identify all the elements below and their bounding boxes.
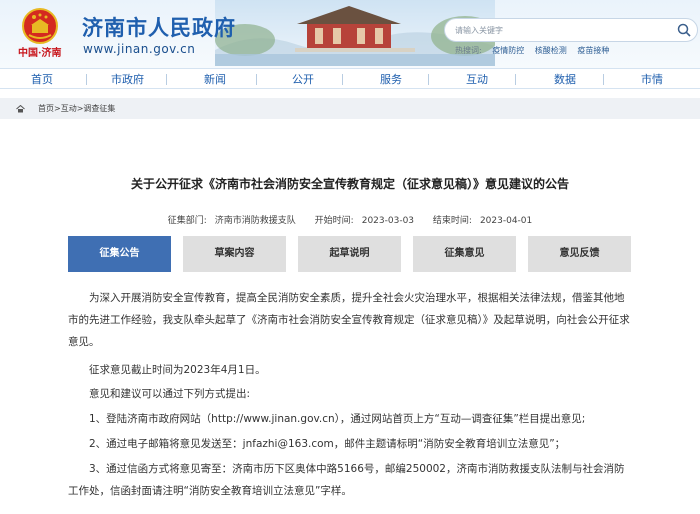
nav-item-service[interactable]: 服务 xyxy=(380,71,402,87)
site-title[interactable]: 济南市人民政府 xyxy=(82,12,236,42)
search-box xyxy=(444,18,698,42)
end-time-label: 结束时间: xyxy=(432,216,472,226)
page-title: 关于公开征求《济南市社会消防安全宣传教育规定（征求意见稿）》意见建议的公告 xyxy=(130,177,569,191)
content-paragraph: 意见和建议可以通过下列方式提出: xyxy=(68,383,631,405)
tab-announcement[interactable]: 征集公告 xyxy=(68,236,171,272)
nav-divider xyxy=(166,74,167,85)
city-logo-text: 中国·济南 xyxy=(18,48,62,59)
hot-search-label: 热搜词: xyxy=(455,46,482,55)
breadcrumb-home[interactable]: 首页 xyxy=(38,104,54,113)
nav-divider xyxy=(342,74,343,85)
content-paragraph: 3、通过信函方式将意见寄至：济南市历下区奥体中路5166号，邮编250002，济… xyxy=(68,458,631,502)
nav-item-open[interactable]: 公开 xyxy=(292,71,314,87)
content-paragraph: 为深入开展消防安全宣传教育，提高全民消防安全素质，提升全社会火灾治理水平，根据相… xyxy=(68,287,631,353)
hot-word-vaccine[interactable]: 疫苗接种 xyxy=(577,46,609,55)
nav-divider xyxy=(515,74,516,85)
end-time-value: 2023-04-01 xyxy=(479,216,533,226)
tab-draft-content[interactable]: 草案内容 xyxy=(183,236,286,272)
paragraph-text: 2、通过电子邮箱将意见发送至：jnfazhi@163.com，邮件主题请标明“消… xyxy=(89,438,566,450)
content-paragraph: 征求意见截止时间为2023年4月1日。 xyxy=(68,359,631,381)
content-paragraph: 1、登陆济南市政府网站（http://www.jinan.gov.cn），通过网… xyxy=(68,408,631,430)
hot-word-epidemic[interactable]: 疫情防控 xyxy=(492,46,524,55)
start-time-value: 2023-03-03 xyxy=(361,216,415,226)
hot-word-nucleic[interactable]: 核酸检测 xyxy=(535,46,567,55)
content-paragraph: 2、通过电子邮箱将意见发送至：jnfazhi@163.com，邮件主题请标明“消… xyxy=(68,433,631,455)
nav-item-home[interactable]: 首页 xyxy=(31,71,53,87)
nav-divider xyxy=(256,74,257,85)
paragraph-text: 1、登陆济南市政府网站（http://www.jinan.gov.cn），通过网… xyxy=(89,413,586,425)
site-header: 中国·济南 济南市人民政府 www.jinan.gov.cn 热搜词: 疫情防控… xyxy=(0,0,700,68)
paragraph-text: 3、通过信函方式将意见寄至：济南市历下区奥体中路5166号，邮编250002，济… xyxy=(68,463,625,497)
nav-item-interaction[interactable]: 互动 xyxy=(466,71,488,87)
nav-divider xyxy=(603,74,604,85)
nav-divider xyxy=(86,74,87,85)
nav-item-city-info[interactable]: 市情 xyxy=(641,71,663,87)
article-meta: 征集部门: 济南市消防救援支队 开始时间: 2023-03-03 结束时间: 2023… xyxy=(0,213,700,226)
hot-search: 热搜词: 疫情防控 核酸检测 疫苗接种 xyxy=(455,45,617,56)
site-url[interactable]: www.jinan.gov.cn xyxy=(83,42,195,56)
paragraph-text: 征求意见截止时间为2023年4月1日。 xyxy=(89,364,266,376)
breadcrumb: 首页>互动>调查征集 xyxy=(38,103,115,114)
tab-drafting-notes[interactable]: 起草说明 xyxy=(298,236,401,272)
paragraph-text: 意见和建议可以通过下列方式提出: xyxy=(89,388,251,400)
nav-divider xyxy=(428,74,429,85)
tab-feedback[interactable]: 意见反馈 xyxy=(528,236,631,272)
search-icon[interactable] xyxy=(676,22,692,38)
nav-item-data[interactable]: 数据 xyxy=(554,71,576,87)
breadcrumb-interaction[interactable]: 互动 xyxy=(61,104,77,113)
breadcrumb-survey[interactable]: 调查征集 xyxy=(83,104,115,113)
department-label: 征集部门: xyxy=(167,216,207,226)
department-value: 济南市消防救援支队 xyxy=(214,216,296,226)
home-icon[interactable] xyxy=(16,105,25,113)
nav-item-news[interactable]: 新闻 xyxy=(204,71,226,87)
breadcrumb-separator: > xyxy=(54,104,61,113)
search-input[interactable] xyxy=(455,22,655,38)
tab-collect-opinions[interactable]: 征集意见 xyxy=(413,236,516,272)
national-emblem-icon xyxy=(22,8,58,44)
paragraph-text: 为深入开展消防安全宣传教育，提高全民消防安全素质，提升全社会火灾治理水平，根据相… xyxy=(68,292,630,348)
main-nav: 首页 市政府 新闻 公开 服务 互动 数据 市情 xyxy=(0,68,700,89)
nav-item-government[interactable]: 市政府 xyxy=(111,71,144,87)
start-time-label: 开始时间: xyxy=(314,216,354,226)
